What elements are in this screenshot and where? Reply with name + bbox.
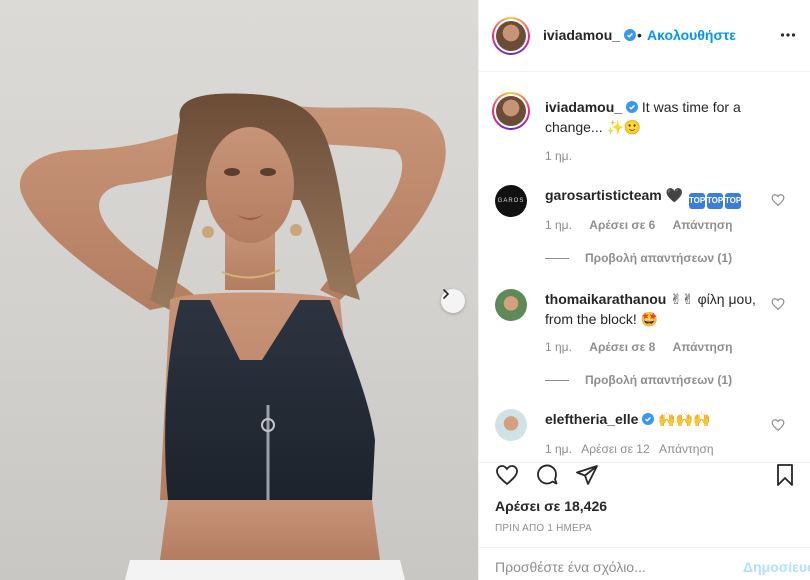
comment-username[interactable]: eleftheria_elle: [545, 411, 638, 427]
comment-avatar[interactable]: [495, 409, 527, 441]
comment-body: thomaikarathanou ✌✌ φίλη μου, from the b…: [545, 289, 769, 329]
comment-meta: 1 ημ. Αρέσει σε 12 Απάντηση: [545, 442, 714, 456]
next-image-button[interactable]: [441, 289, 465, 313]
post-header: iviadamou_ • Ακολουθήστε: [479, 0, 810, 72]
comment-meta: 1 ημ. Αρέσει σε 6 Απάντηση: [545, 218, 746, 232]
instagram-post-modal: iviadamou_ • Ακολουθήστε iviadamou_ It w…: [0, 0, 810, 580]
more-icon[interactable]: [780, 27, 796, 43]
comment-avatar[interactable]: GAROS: [495, 185, 527, 217]
author-avatar[interactable]: [492, 17, 530, 55]
chevron-right-icon: [443, 289, 450, 299]
reply-button[interactable]: Απάντηση: [673, 218, 733, 232]
post-actions: Αρέσει σε 18,426 ΠΡΙΝ ΑΠΟ 1 ΗΜΕΡΑ Δημοσί…: [479, 462, 810, 580]
verified-badge-icon: [642, 413, 655, 425]
replies-line: [545, 380, 569, 382]
post-comment-button[interactable]: Δημοσίευση: [743, 559, 810, 575]
follow-button[interactable]: Ακολουθήστε: [647, 27, 736, 43]
comment-text: 🖤: [665, 187, 684, 203]
header-separator: •: [637, 27, 642, 43]
comment-meta: 1 ημ. Αρέσει σε 8 Απάντηση: [545, 340, 746, 354]
comment-body: eleftheria_elle 🙌🙌🙌: [545, 409, 769, 429]
comment-like-heart-icon[interactable]: [771, 297, 785, 311]
caption-time[interactable]: 1 ημ.: [545, 149, 572, 163]
top-badge: TOP: [688, 193, 705, 209]
top-badge: TOP: [724, 193, 741, 209]
caption-author-avatar[interactable]: [492, 92, 530, 130]
comment-time[interactable]: 1 ημ.: [545, 340, 572, 354]
photo-illustration: [19, 93, 446, 580]
comment-username[interactable]: thomaikarathanou: [545, 291, 666, 307]
caption-emoji: ✨🙂: [606, 119, 642, 135]
share-icon[interactable]: [575, 463, 599, 487]
post-side-panel: iviadamou_ • Ακολουθήστε iviadamou_ It w…: [478, 0, 810, 580]
reply-button[interactable]: Απάντηση: [673, 340, 733, 354]
view-replies-label: Προβολή απαντήσεων (1): [585, 373, 733, 387]
replies-line: [545, 258, 569, 260]
comment-body: garosartisticteam 🖤 TOP TOP TOP: [545, 185, 769, 209]
verified-badge-icon: [626, 101, 639, 113]
comment-input[interactable]: [495, 559, 725, 575]
caption-username[interactable]: iviadamou_: [545, 99, 622, 115]
comment-like-heart-icon[interactable]: [771, 418, 785, 432]
view-replies-button[interactable]: Προβολή απαντήσεων (1): [545, 251, 732, 265]
add-comment-bar: Δημοσίευση: [479, 547, 810, 580]
author-username-text: iviadamou_: [543, 27, 621, 43]
comments-list[interactable]: iviadamou_ It was time for a change... ✨…: [479, 73, 810, 462]
post-time-ago[interactable]: ΠΡΙΝ ΑΠΟ 1 ΗΜΕΡΑ: [495, 523, 592, 534]
post-photo[interactable]: [0, 0, 478, 580]
post-caption: iviadamou_ It was time for a change... ✨…: [545, 97, 765, 137]
heart-icon[interactable]: [495, 463, 519, 487]
bookmark-icon[interactable]: [773, 463, 797, 487]
top-badge: TOP: [706, 193, 723, 209]
comment-like-heart-icon[interactable]: [771, 193, 785, 207]
comment-text: 🙌🙌🙌: [658, 411, 711, 427]
caption-meta: 1 ημ.: [545, 149, 586, 163]
comment-avatar[interactable]: [495, 289, 527, 321]
likes-count[interactable]: Αρέσει σε 18,426: [495, 498, 607, 514]
comment-username[interactable]: garosartisticteam: [545, 187, 662, 203]
comment-icon[interactable]: [535, 463, 559, 487]
view-replies-label: Προβολή απαντήσεων (1): [585, 251, 733, 265]
verified-badge-icon: [624, 29, 637, 41]
view-replies-button[interactable]: Προβολή απαντήσεων (1): [545, 373, 732, 387]
author-username[interactable]: iviadamou_: [543, 27, 637, 43]
comment-likes[interactable]: Αρέσει σε 6: [589, 218, 655, 232]
comment-likes[interactable]: Αρέσει σε 8: [589, 340, 655, 354]
comment-time[interactable]: 1 ημ.: [545, 218, 572, 232]
